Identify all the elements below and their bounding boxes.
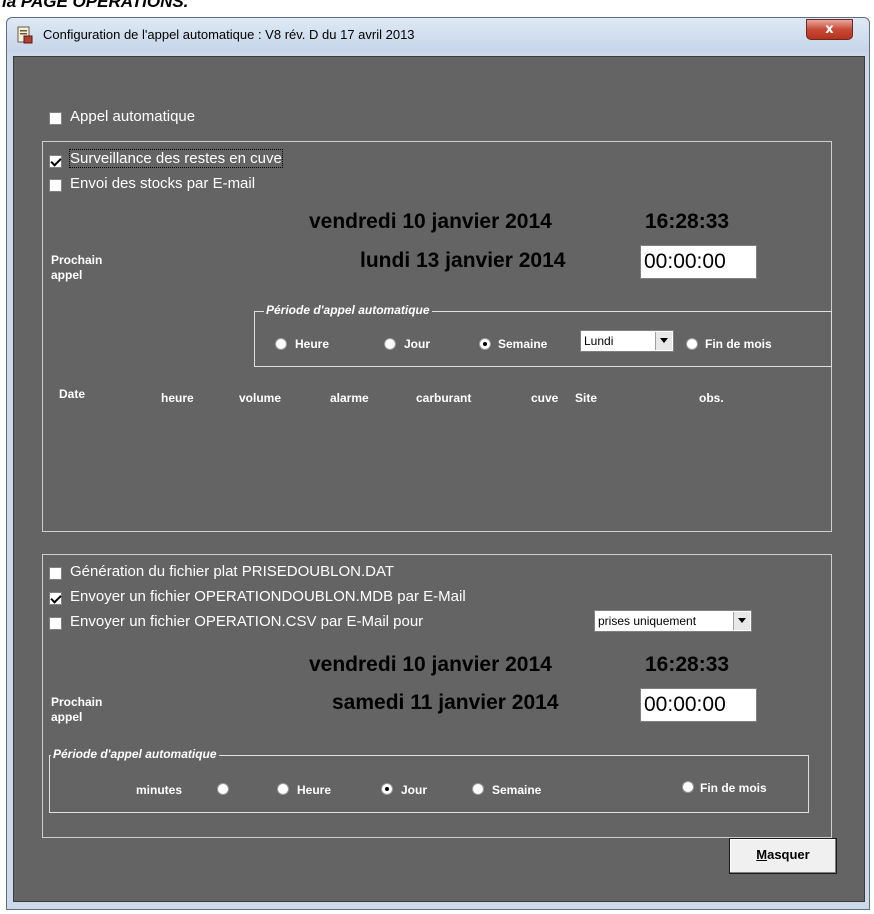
envoyer-csv-checkbox[interactable] (49, 617, 62, 630)
config-window: Configuration de l'appel automatique : V… (6, 17, 870, 910)
column-header-volume: volume (239, 391, 282, 405)
periode-group-title: Période d'appel automatique (264, 303, 432, 317)
column-header-date: Date (59, 387, 86, 401)
masquer-label: asquer (767, 847, 810, 862)
envoi-stocks-label: Envoi des stocks par E-mail (70, 175, 256, 192)
radio-heure-2-label: Heure (297, 783, 332, 797)
column-header-obs: obs. (699, 391, 724, 405)
weekday-select-value: Lundi (584, 334, 614, 348)
prochain-label-2: Prochain (51, 695, 103, 709)
csv-filter-value: prises uniquement (598, 614, 697, 628)
chevron-down-icon[interactable] (655, 332, 672, 350)
next-call-time-input-2[interactable]: 00:00:00 (640, 688, 757, 722)
chevron-down-icon[interactable] (733, 612, 750, 630)
document-fragment: la PAGE OPERATIONS. (2, 0, 189, 11)
radio-heure-2[interactable] (277, 783, 289, 795)
current-date: vendredi 10 janvier 2014 (309, 210, 552, 233)
column-header-site: Site (575, 391, 598, 405)
prochain-label: Prochain (51, 253, 103, 267)
radio-jour-label: Jour (404, 337, 431, 351)
radio-heure-label: Heure (295, 337, 330, 351)
appel-label-2: appel (51, 710, 83, 724)
generation-label: Génération du fichier plat PRISEDOUBLON.… (70, 563, 395, 580)
radio-minutes-label: minutes (136, 783, 183, 797)
masquer-accesskey: M (756, 847, 768, 862)
radio-fin-de-mois[interactable] (686, 338, 698, 350)
radio-fin-de-mois-2-label: Fin de mois (700, 781, 767, 795)
column-header-carburant: carburant (416, 391, 472, 405)
periode-group-title-2: Période d'appel automatique (51, 747, 219, 761)
csv-filter-select[interactable]: prises uniquement (594, 610, 752, 632)
surveillance-checkbox[interactable] (49, 155, 62, 168)
client-area: Appel automatique Surveillance des reste… (13, 56, 865, 902)
generation-checkbox[interactable] (49, 567, 62, 580)
envoyer-mdb-checkbox[interactable] (49, 592, 62, 605)
radio-semaine[interactable] (479, 338, 491, 350)
envoi-stocks-checkbox[interactable] (49, 179, 62, 192)
column-header-alarme: alarme (330, 391, 369, 405)
envoyer-mdb-label: Envoyer un fichier OPERATIONDOUBLON.MDB … (70, 588, 466, 605)
radio-jour[interactable] (384, 338, 396, 350)
weekday-select[interactable]: Lundi (580, 330, 674, 352)
column-header-cuve: cuve (531, 391, 559, 405)
next-call-date-2: samedi 11 janvier 2014 (332, 691, 559, 714)
radio-semaine-2[interactable] (472, 783, 484, 795)
radio-semaine-2-label: Semaine (492, 783, 542, 797)
appel-automatique-checkbox[interactable] (49, 112, 62, 125)
radio-heure[interactable] (275, 338, 287, 350)
close-button[interactable]: x (806, 19, 853, 40)
radio-fin-de-mois-label: Fin de mois (705, 337, 772, 351)
radio-fin-de-mois-2[interactable] (682, 781, 694, 793)
appel-automatique-label: Appel automatique (70, 108, 196, 125)
masquer-button[interactable]: Masquer (729, 838, 837, 874)
window-title: Configuration de l'appel automatique : V… (43, 27, 415, 42)
application-icon (17, 26, 33, 44)
current-date-2: vendredi 10 janvier 2014 (309, 653, 552, 676)
radio-jour-2-label: Jour (401, 783, 428, 797)
radio-minutes[interactable] (217, 783, 229, 795)
column-header-heure: heure (161, 391, 194, 405)
next-call-date: lundi 13 janvier 2014 (360, 249, 566, 272)
radio-semaine-label: Semaine (498, 337, 548, 351)
radio-jour-2[interactable] (381, 783, 393, 795)
surveillance-label: Surveillance des restes en cuve (69, 149, 283, 168)
title-bar[interactable]: Configuration de l'appel automatique : V… (7, 18, 869, 52)
current-time-2: 16:28:33 (645, 653, 730, 676)
envoyer-csv-label: Envoyer un fichier OPERATION.CSV par E-M… (70, 613, 424, 630)
close-icon: x (825, 22, 834, 37)
next-call-time-input[interactable]: 00:00:00 (640, 245, 757, 279)
current-time: 16:28:33 (645, 210, 730, 233)
appel-label: appel (51, 268, 83, 282)
